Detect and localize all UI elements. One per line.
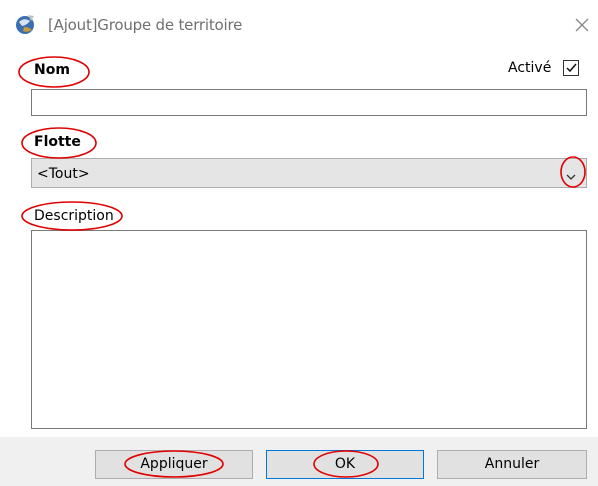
apply-button[interactable]: Appliquer bbox=[95, 450, 253, 479]
description-textarea[interactable] bbox=[31, 230, 587, 429]
ok-button[interactable]: OK bbox=[266, 450, 424, 479]
active-checkbox[interactable] bbox=[563, 60, 579, 76]
footer-bar: Appliquer OK Annuler bbox=[0, 437, 598, 486]
nom-label: Nom bbox=[34, 62, 70, 78]
flotte-label: Flotte bbox=[34, 134, 81, 150]
title-bar: [Ajout]Groupe de territoire bbox=[0, 0, 598, 50]
active-label: Activé bbox=[508, 60, 552, 76]
dialog-window: [Ajout]Groupe de territoire Nom Activé F… bbox=[0, 0, 598, 486]
checkmark-icon bbox=[566, 63, 577, 73]
flotte-selected-value: <Tout> bbox=[37, 166, 90, 182]
chevron-down-icon[interactable] bbox=[558, 165, 584, 189]
window-title: [Ajout]Groupe de territoire bbox=[48, 16, 243, 34]
cancel-button[interactable]: Annuler bbox=[437, 450, 587, 479]
close-icon[interactable] bbox=[570, 13, 594, 37]
nom-input[interactable] bbox=[31, 89, 587, 116]
description-label: Description bbox=[34, 208, 114, 224]
app-globe-icon bbox=[16, 15, 34, 34]
flotte-select[interactable]: <Tout> bbox=[31, 158, 587, 188]
